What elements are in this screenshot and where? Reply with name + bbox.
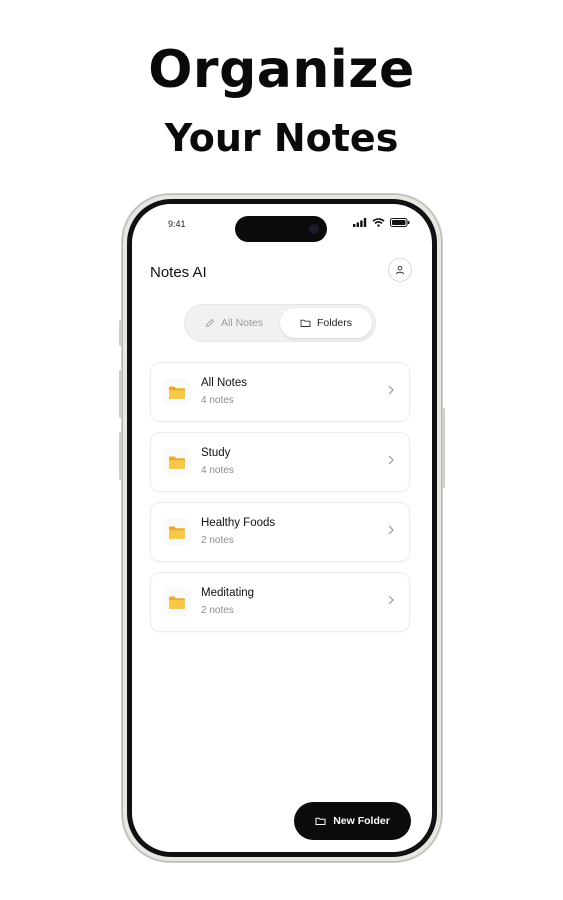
phone-power-button: [442, 408, 445, 488]
person-icon: [395, 265, 405, 275]
folder-name: Study: [201, 447, 231, 459]
chevron-right-icon: [388, 455, 394, 465]
tab-all-notes[interactable]: All Notes: [188, 308, 280, 338]
folder-icon-wrap: [163, 378, 191, 406]
folder-name: Meditating: [201, 587, 255, 599]
folder-name: All Notes: [201, 377, 248, 389]
folder-icon: [169, 596, 185, 609]
folder-icon: [169, 456, 185, 469]
phone-action-button: [119, 320, 122, 346]
view-segmented-control: All Notes Folders: [184, 304, 376, 342]
app-title: Notes AI: [150, 264, 207, 281]
phone-volume-down-button: [119, 432, 122, 480]
chevron-right-icon: [388, 525, 394, 535]
folder-icon-wrap: [163, 448, 191, 476]
folder-note-count: 4 notes: [201, 395, 234, 406]
phone-screen: 9:41 Notes AI All Notes Folders All Note…: [132, 204, 432, 852]
camera-icon: [309, 224, 319, 234]
dynamic-island: [235, 216, 327, 242]
folder-item-meditating[interactable]: Meditating 2 notes: [150, 572, 410, 632]
folder-list: All Notes 4 notes Study 4 notes Healthy …: [150, 362, 410, 642]
wifi-icon: [372, 218, 385, 227]
signal-icon: [353, 218, 367, 227]
tab-folders-label: Folders: [316, 317, 352, 329]
new-folder-button[interactable]: New Folder: [294, 802, 411, 840]
folder-note-count: 2 notes: [201, 535, 234, 546]
folder-icon: [169, 386, 185, 399]
folder-name: Healthy Foods: [201, 517, 276, 529]
hero-title-line1: Organize: [148, 40, 415, 100]
pencil-icon: [205, 318, 215, 328]
folder-icon-wrap: [163, 588, 191, 616]
folder-outline-icon: [300, 319, 311, 327]
status-time: 9:41: [168, 219, 186, 229]
new-folder-label: New Folder: [333, 815, 390, 827]
battery-icon: [390, 218, 410, 227]
folder-icon-wrap: [163, 518, 191, 546]
folder-note-count: 2 notes: [201, 605, 234, 616]
folder-item-all-notes[interactable]: All Notes 4 notes: [150, 362, 410, 422]
chevron-right-icon: [388, 595, 394, 605]
folder-item-study[interactable]: Study 4 notes: [150, 432, 410, 492]
status-icons: [353, 218, 410, 227]
phone-volume-up-button: [119, 370, 122, 418]
folder-item-healthy-foods[interactable]: Healthy Foods 2 notes: [150, 502, 410, 562]
folder-icon: [169, 526, 185, 539]
hero-title-line2: Your Notes: [164, 116, 399, 160]
tab-all-notes-label: All Notes: [220, 317, 263, 329]
screenshot-root: Organize Your Notes 9:41 Notes AI All No…: [0, 0, 563, 900]
profile-button[interactable]: [388, 258, 412, 282]
folder-outline-icon: [315, 817, 326, 825]
tab-folders[interactable]: Folders: [280, 308, 372, 338]
phone-mockup: 9:41 Notes AI All Notes Folders All Note…: [119, 194, 445, 862]
folder-note-count: 4 notes: [201, 465, 234, 476]
chevron-right-icon: [388, 385, 394, 395]
